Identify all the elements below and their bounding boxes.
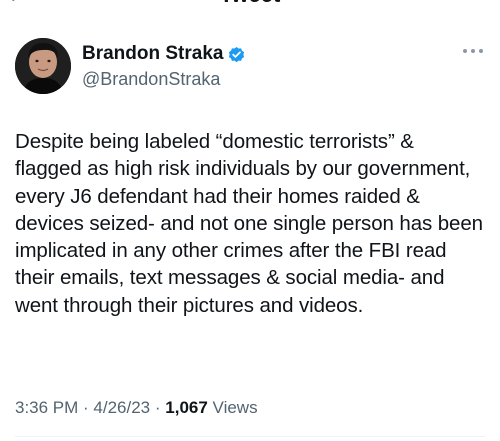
tweet-meta: 3:36 PM · 4/26/23 · 1,067 Views	[15, 398, 258, 418]
divider	[15, 436, 485, 437]
verified-badge-icon	[229, 46, 245, 62]
avatar[interactable]	[15, 38, 71, 94]
tweet-time[interactable]: 3:36 PM	[15, 398, 78, 417]
tweet-detail-page: ‹ Tweet Brandon Straka @Brand	[0, 0, 500, 441]
top-header: ‹ Tweet	[0, 0, 500, 8]
avatar-portrait-icon	[15, 38, 71, 94]
tweet-text: Despite being labeled “domestic terroris…	[15, 130, 483, 317]
user-handle[interactable]: @BrandonStraka	[82, 69, 246, 90]
tweet-date[interactable]: 4/26/23	[93, 398, 150, 417]
meta-separator: ·	[78, 398, 94, 417]
meta-separator: ·	[150, 398, 166, 417]
page-title: Tweet	[0, 0, 500, 8]
author-row: Brandon Straka @BrandonStraka	[15, 38, 485, 98]
views-label: Views	[212, 398, 258, 417]
views-count: 1,067	[165, 398, 208, 417]
more-options-icon[interactable]	[461, 46, 485, 56]
display-name-line: Brandon Straka	[82, 42, 246, 66]
author-info: Brandon Straka @BrandonStraka	[82, 42, 246, 90]
display-name[interactable]: Brandon Straka	[82, 43, 223, 65]
